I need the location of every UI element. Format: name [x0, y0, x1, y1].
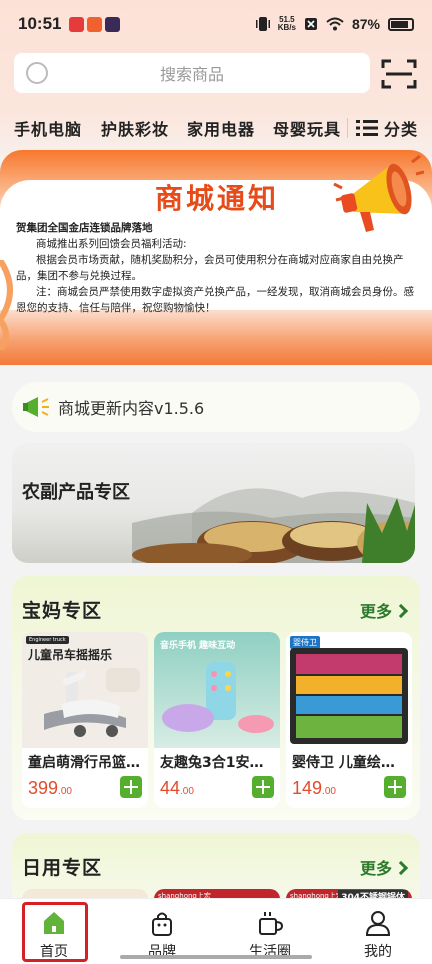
price-integer: 399 — [28, 778, 59, 798]
list-menu-icon[interactable] — [356, 118, 378, 138]
vibrate-icon — [255, 17, 270, 31]
chevron-right-icon — [393, 603, 409, 619]
product-price: 149.00 — [292, 778, 336, 799]
status-bar: 10:51 51.5 KB/s 87% — [0, 0, 432, 48]
update-notice[interactable]: 商城更新内容v1.5.6 — [12, 382, 420, 432]
mom-section: 宝妈专区 更多 Engineer truck 儿童吊车摇摇乐 童启萌滑行吊篮摇摇… — [12, 576, 420, 820]
price-decimal: .00 — [180, 786, 194, 797]
notice-banner[interactable]: 商城通知 贺集团全国金店连锁品牌落地 商城推出系列回馈会员福利活动: 根据会员市… — [0, 150, 432, 365]
product-price: 44.00 — [160, 778, 194, 799]
price-integer: 44 — [160, 778, 181, 798]
more-link[interactable]: 更多 — [359, 855, 409, 879]
announcement-icon — [23, 397, 49, 417]
search-placeholder: 搜索商品 — [159, 65, 224, 84]
price-decimal: .00 — [58, 786, 72, 797]
app-notification-icon — [69, 16, 85, 32]
product-price: 399.00 — [28, 778, 72, 799]
category-tabs: 手机电脑 护肤彩妆 家用电器 母婴玩具 分类 — [0, 112, 432, 144]
cup-icon — [259, 912, 284, 935]
drawing-kit-illustration — [290, 648, 408, 744]
search-bar[interactable]: 搜索商品 — [14, 53, 370, 93]
add-to-cart-button[interactable] — [252, 776, 274, 798]
battery-icon — [388, 17, 414, 31]
nav-mine[interactable]: 我的 — [324, 899, 432, 964]
more-label: 更多 — [359, 859, 392, 878]
wifi-icon — [326, 17, 344, 31]
notice-title: 商城通知 — [155, 182, 280, 215]
product-name: 婴侍卫 儿童绘画套装 — [292, 755, 406, 771]
category-tab-all[interactable]: 分类 — [384, 116, 418, 140]
battery-percent: 87% — [351, 16, 380, 32]
update-text: 商城更新内容v1.5.6 — [58, 399, 205, 418]
agri-products-banner[interactable]: 农副产品专区 — [12, 443, 415, 563]
more-link[interactable]: 更多 — [359, 598, 409, 622]
network-speed-unit: KB/s — [277, 23, 296, 32]
category-tab-baby-toys[interactable]: 母婴玩具 — [273, 116, 341, 140]
nav-label: 我的 — [364, 944, 392, 960]
category-divider — [347, 118, 348, 138]
chevron-right-icon — [393, 860, 409, 876]
notice-line: 注：商城会员严禁使用数字虚拟资产兑换产品，一经发现，取消商城会员身份。感恩您的支… — [16, 286, 414, 314]
product-image: 婴侍卫 — [286, 632, 412, 748]
product-card[interactable]: Engineer truck 儿童吊车摇摇乐 童启萌滑行吊篮摇摇乐 399.00 — [22, 632, 148, 808]
status-time: 10:51 — [18, 14, 62, 33]
notice-line: 商城推出系列回馈会员福利活动: — [36, 238, 187, 250]
more-label: 更多 — [359, 602, 392, 621]
app-notification-icon — [87, 16, 103, 32]
section-title: 日用专区 — [22, 857, 103, 879]
user-icon — [365, 911, 391, 936]
product-card[interactable]: 婴侍卫 婴侍卫 儿童绘画套装 149.00 — [286, 632, 412, 808]
category-tab-skincare[interactable]: 护肤彩妆 — [101, 116, 169, 140]
category-tab-appliances[interactable]: 家用电器 — [187, 116, 255, 140]
toy-phone-illustration — [162, 662, 274, 733]
product-card[interactable]: 音乐手机 趣味互动 友趣兔3合1安抚玩具手机 44.00 — [154, 632, 280, 808]
notice-company: 贺集团全国金店连锁品牌落地 — [16, 222, 153, 234]
product-image: Engineer truck 儿童吊车摇摇乐 — [22, 632, 148, 748]
video-app-icon — [105, 16, 121, 32]
product-name: 童启萌滑行吊篮摇摇乐 — [28, 755, 142, 771]
price-integer: 149 — [292, 778, 323, 798]
ride-on-toy-illustration — [44, 668, 140, 737]
search-icon — [26, 62, 48, 84]
gesture-bar — [120, 955, 312, 959]
section-title: 宝妈专区 — [22, 600, 103, 622]
no-sim-icon — [304, 18, 317, 30]
product-name: 友趣兔3合1安抚玩具手机 — [160, 755, 274, 771]
agri-title: 农副产品专区 — [22, 482, 130, 503]
product-image: 音乐手机 趣味互动 — [154, 632, 280, 748]
price-decimal: .00 — [322, 786, 336, 797]
scan-icon[interactable] — [380, 58, 418, 90]
notice-line: 根据会员市场贡献，随机奖励积分，会员可使用积分在商城对应商家自由兑换产品，集团不… — [16, 254, 404, 282]
notification-icons — [69, 16, 121, 32]
notice-text: 贺集团全国金店连锁品牌落地 商城推出系列回馈会员福利活动: 根据会员市场贡献，随… — [16, 220, 420, 316]
network-speed: 51.5 KB/s — [278, 16, 296, 32]
add-to-cart-button[interactable] — [120, 776, 142, 798]
category-tab-phones[interactable]: 手机电脑 — [14, 116, 82, 140]
bag-icon — [152, 912, 172, 936]
add-to-cart-button[interactable] — [384, 776, 406, 798]
home-highlight-box — [22, 902, 88, 962]
